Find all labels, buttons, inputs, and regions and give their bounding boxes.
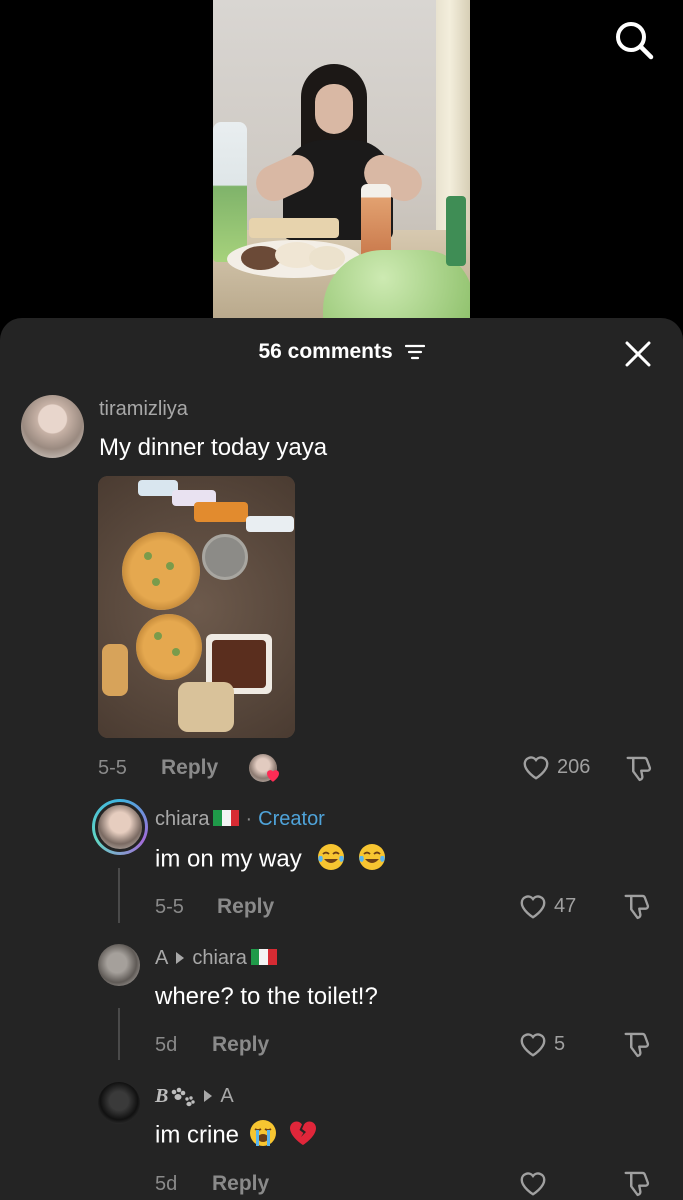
drink-can (446, 196, 466, 266)
photo-bottle (194, 502, 248, 522)
italy-flag-icon (250, 948, 277, 965)
sauce-bottle (361, 184, 391, 260)
thumbs-down-icon[interactable] (624, 754, 656, 784)
comment-date: 5-5 (98, 757, 127, 779)
person-face (315, 84, 353, 134)
heart-outline-icon (523, 756, 549, 780)
comment-username[interactable]: B A (155, 1085, 234, 1108)
photo-pizza (136, 614, 202, 680)
comment-date: 5d (155, 1173, 178, 1195)
like-count: 47 (554, 894, 577, 917)
reply-button[interactable]: Reply (161, 756, 218, 780)
heart-outline-icon (520, 1172, 546, 1196)
comment-count-label: 56 comments (258, 340, 393, 364)
like-button[interactable]: 5 (518, 1030, 565, 1058)
video-player[interactable] (0, 0, 683, 330)
creator-tag: Creator (258, 808, 325, 830)
close-icon[interactable] (624, 340, 652, 368)
reply-button[interactable]: Reply (217, 895, 274, 919)
separator: · (245, 808, 253, 830)
photo-pan (202, 534, 248, 580)
photo-bottle (246, 516, 294, 532)
username-text: B (155, 1085, 169, 1107)
photo-pizza (122, 532, 200, 610)
creator-avatar[interactable] (92, 799, 148, 855)
photo-bag (178, 682, 234, 732)
thread-line (118, 1008, 120, 1060)
toast (249, 218, 339, 238)
comment-text: im on my way (155, 845, 302, 873)
like-button[interactable] (518, 1169, 554, 1197)
heart-outline-icon (520, 1033, 546, 1057)
reply-button[interactable]: Reply (212, 1033, 269, 1057)
tears-of-joy-emoji (359, 844, 386, 870)
search-icon[interactable] (612, 18, 656, 62)
water-bottle (213, 122, 247, 262)
reply-to-username: chiara (192, 947, 247, 969)
comments-header: 56 comments (0, 318, 683, 390)
broken-heart-emoji (290, 1121, 317, 1145)
thumbs-down-icon[interactable] (622, 1169, 654, 1199)
comment-username[interactable]: Achiara (155, 947, 277, 970)
italy-flag-icon (213, 809, 240, 826)
comment-text: im crine (155, 1121, 240, 1149)
comment-username[interactable]: tiramizliya (99, 398, 188, 421)
avatar-image (95, 802, 145, 852)
comment-date: 5-5 (155, 896, 184, 918)
username-text: A (155, 947, 169, 969)
username-text: chiara (155, 808, 210, 830)
tears-of-joy-emoji (318, 844, 345, 870)
comments-sheet: 56 comments tiramizliya My dinner today … (0, 318, 683, 1200)
thread-line (118, 868, 120, 923)
comment-body: im crine (155, 1120, 318, 1151)
heart-outline-icon (520, 895, 546, 919)
comment-text: My dinner today yaya (99, 434, 328, 461)
avatar[interactable] (21, 395, 84, 458)
like-count: 5 (554, 1032, 566, 1055)
like-button[interactable]: 206 (521, 753, 590, 781)
comment-attached-photo[interactable] (98, 476, 295, 738)
heart-badge-icon (267, 770, 279, 782)
comment-text: where? to the toilet!? (155, 983, 378, 1010)
comment-date: 5d (155, 1034, 178, 1056)
reply-to-username: A (220, 1085, 234, 1107)
food (309, 246, 345, 270)
comment-username[interactable]: chiara · Creator (155, 808, 325, 831)
sort-icon[interactable] (404, 344, 425, 360)
avatar[interactable] (98, 944, 140, 986)
paw-print-icon (172, 1088, 196, 1107)
reply-arrow-icon (204, 1090, 213, 1103)
like-count: 206 (557, 755, 591, 778)
thumbs-down-icon[interactable] (622, 1030, 654, 1060)
comment-body: im on my way (155, 844, 387, 875)
photo-bread (102, 644, 128, 696)
thumbs-down-icon[interactable] (622, 892, 654, 922)
video-thumbnail[interactable] (213, 0, 470, 318)
avatar[interactable] (98, 1082, 140, 1124)
like-button[interactable]: 47 (518, 892, 576, 920)
loudly-crying-emoji (249, 1120, 276, 1146)
reply-button[interactable]: Reply (212, 1172, 269, 1196)
comment-count: 56 comments (0, 340, 683, 364)
reply-arrow-icon (176, 951, 185, 964)
